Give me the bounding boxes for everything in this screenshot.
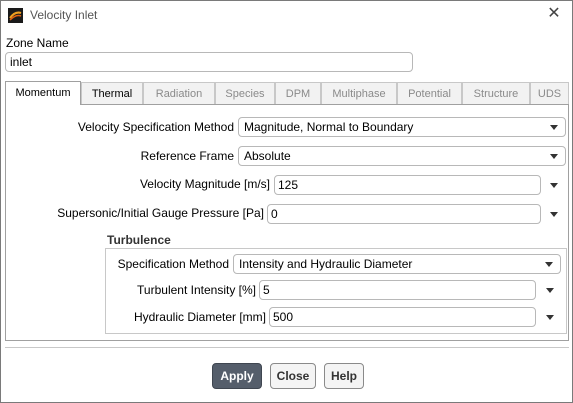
velocity-magnitude-label: Velocity Magnitude [m/s] [139, 177, 270, 191]
chevron-down-icon[interactable] [546, 288, 554, 293]
chevron-down-icon[interactable] [546, 315, 554, 320]
tab-multiphase[interactable]: Multiphase [321, 82, 397, 104]
chevron-down-icon [550, 154, 558, 159]
close-button[interactable]: Close [270, 363, 316, 389]
tab-bar: Momentum Thermal Radiation Species DPM M… [5, 81, 569, 106]
tab-potential[interactable]: Potential [397, 82, 462, 104]
velocity-spec-label: Velocity Specification Method [77, 120, 234, 134]
hydraulic-diameter-field[interactable]: 500 [269, 307, 536, 327]
velocity-inlet-dialog: Velocity Inlet ✕ Zone Name inlet Momentu… [0, 0, 573, 403]
help-button[interactable]: Help [324, 363, 364, 389]
tab-species[interactable]: Species [215, 82, 275, 104]
reference-frame-dropdown[interactable]: Absolute [238, 146, 566, 166]
apply-button[interactable]: Apply [212, 363, 262, 389]
tab-momentum[interactable]: Momentum [5, 81, 81, 105]
velocity-spec-dropdown[interactable]: Magnitude, Normal to Boundary [238, 117, 566, 137]
reference-frame-label: Reference Frame [140, 149, 234, 163]
zone-name-input[interactable]: inlet [5, 52, 413, 72]
turbulence-spec-dropdown[interactable]: Intensity and Hydraulic Diameter [233, 254, 561, 274]
tab-radiation[interactable]: Radiation [143, 82, 215, 104]
reference-frame-value: Absolute [244, 149, 291, 163]
tab-thermal[interactable]: Thermal [81, 82, 143, 104]
velocity-spec-value: Magnitude, Normal to Boundary [244, 120, 414, 134]
chevron-down-icon[interactable] [550, 212, 558, 217]
window-title: Velocity Inlet [30, 8, 98, 22]
chevron-down-icon[interactable] [550, 183, 558, 188]
turbulence-heading: Turbulence [107, 233, 171, 247]
velocity-magnitude-field[interactable]: 125 [274, 175, 541, 195]
turbulent-intensity-label: Turbulent Intensity [%] [137, 283, 256, 297]
turbulent-intensity-field[interactable]: 5 [259, 280, 536, 300]
close-icon[interactable]: ✕ [544, 4, 564, 24]
gauge-pressure-field[interactable]: 0 [267, 204, 541, 224]
gauge-pressure-label: Supersonic/Initial Gauge Pressure [Pa] [57, 206, 264, 220]
divider [5, 347, 569, 348]
hydraulic-diameter-label: Hydraulic Diameter [mm] [133, 310, 266, 324]
chevron-down-icon [550, 125, 558, 130]
chevron-down-icon [545, 262, 553, 267]
tab-dpm[interactable]: DPM [275, 82, 321, 104]
title-bar[interactable]: Velocity Inlet ✕ [1, 1, 572, 29]
turbulence-spec-label: Specification Method [117, 257, 229, 271]
turbulence-spec-value: Intensity and Hydraulic Diameter [239, 257, 413, 271]
ansys-fluent-icon [8, 8, 23, 23]
tab-uds[interactable]: UDS [530, 82, 569, 104]
zone-name-label: Zone Name [6, 36, 69, 50]
tab-structure[interactable]: Structure [462, 82, 530, 104]
